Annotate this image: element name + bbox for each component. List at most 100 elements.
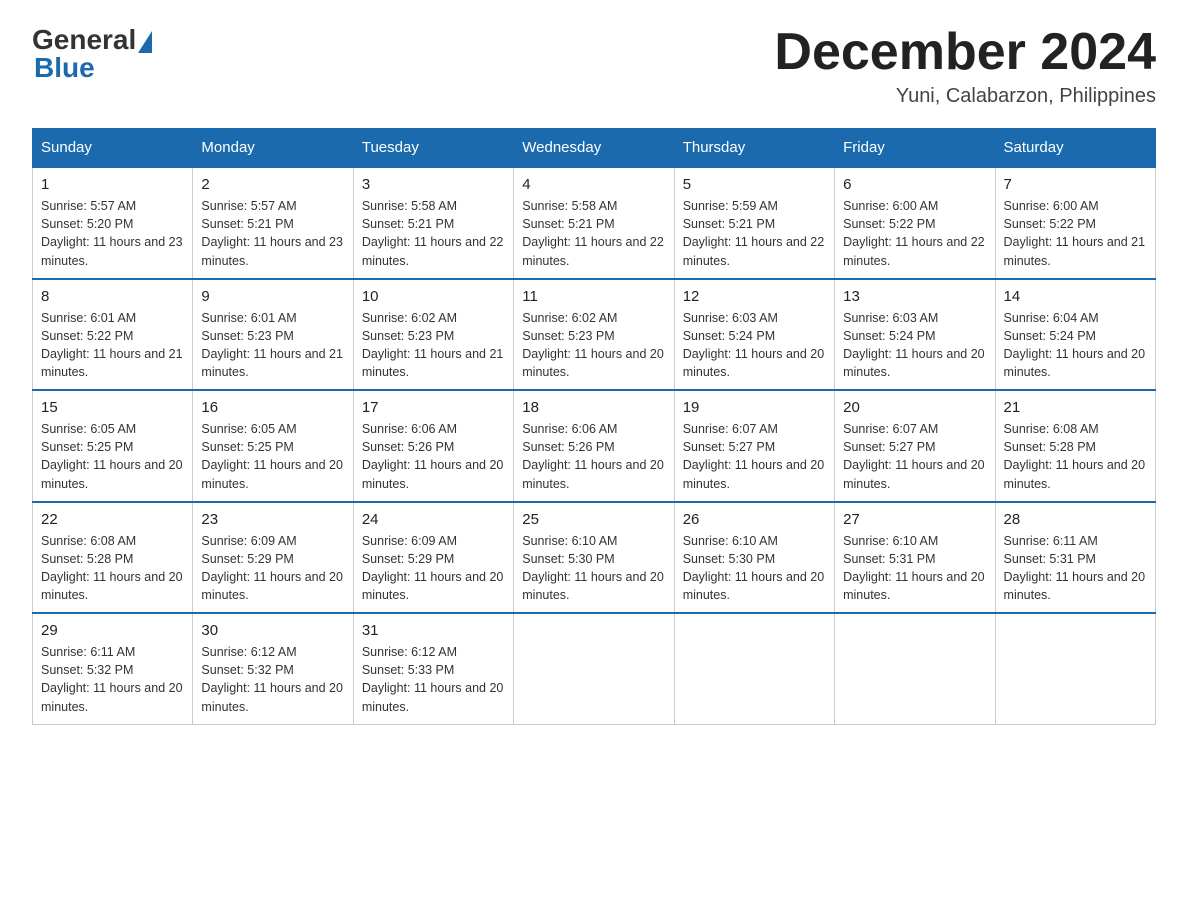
calendar-week-row: 22Sunrise: 6:08 AMSunset: 5:28 PMDayligh… (33, 502, 1156, 614)
table-row (674, 613, 834, 724)
day-number: 4 (522, 176, 665, 193)
table-row: 19 Sunrise: 6:07 AMSunset: 5:27 PMDayligh… (674, 390, 834, 502)
day-info: Sunrise: 5:57 AMSunset: 5:20 PMDaylight:… (41, 197, 184, 270)
day-number: 8 (41, 288, 184, 305)
logo: General Blue (32, 24, 152, 84)
day-info: Sunrise: 6:03 AMSunset: 5:24 PMDaylight:… (843, 309, 986, 382)
day-number: 10 (362, 288, 505, 305)
table-row: 18 Sunrise: 6:06 AMSunset: 5:26 PMDayligh… (514, 390, 674, 502)
day-info: Sunrise: 6:11 AMSunset: 5:32 PMDaylight:… (41, 643, 184, 716)
day-number: 13 (843, 288, 986, 305)
table-row: 16 Sunrise: 6:05 AMSunset: 5:25 PMDayligh… (193, 390, 353, 502)
table-row: 20Sunrise: 6:07 AMSunset: 5:27 PMDayligh… (835, 390, 995, 502)
table-row: 25 Sunrise: 6:10 AMSunset: 5:30 PMDayligh… (514, 502, 674, 614)
day-number: 9 (201, 288, 344, 305)
table-row: 11 Sunrise: 6:02 AMSunset: 5:23 PMDayligh… (514, 279, 674, 391)
day-number: 17 (362, 399, 505, 416)
day-info: Sunrise: 6:01 AMSunset: 5:22 PMDaylight:… (41, 309, 184, 382)
day-info: Sunrise: 6:07 AMSunset: 5:27 PMDaylight:… (843, 420, 986, 493)
day-number: 11 (522, 288, 665, 305)
table-row: 26 Sunrise: 6:10 AMSunset: 5:30 PMDayligh… (674, 502, 834, 614)
logo-triangle-icon (138, 31, 152, 53)
col-tuesday: Tuesday (353, 129, 513, 168)
day-info: Sunrise: 6:03 AMSunset: 5:24 PMDaylight:… (683, 309, 826, 382)
day-number: 18 (522, 399, 665, 416)
day-info: Sunrise: 6:08 AMSunset: 5:28 PMDaylight:… (1004, 420, 1147, 493)
day-number: 14 (1004, 288, 1147, 305)
day-info: Sunrise: 6:06 AMSunset: 5:26 PMDaylight:… (362, 420, 505, 493)
day-info: Sunrise: 6:02 AMSunset: 5:23 PMDaylight:… (522, 309, 665, 382)
table-row (995, 613, 1155, 724)
day-info: Sunrise: 6:05 AMSunset: 5:25 PMDaylight:… (41, 420, 184, 493)
logo-blue-text: Blue (32, 52, 95, 84)
table-row: 4 Sunrise: 5:58 AMSunset: 5:21 PMDaylight… (514, 167, 674, 279)
day-info: Sunrise: 6:12 AMSunset: 5:32 PMDaylight:… (201, 643, 344, 716)
table-row: 10 Sunrise: 6:02 AMSunset: 5:23 PMDayligh… (353, 279, 513, 391)
day-info: Sunrise: 5:59 AMSunset: 5:21 PMDaylight:… (683, 197, 826, 270)
day-info: Sunrise: 5:58 AMSunset: 5:21 PMDaylight:… (522, 197, 665, 270)
day-info: Sunrise: 6:00 AMSunset: 5:22 PMDaylight:… (843, 197, 986, 270)
day-info: Sunrise: 6:00 AMSunset: 5:22 PMDaylight:… (1004, 197, 1147, 270)
day-info: Sunrise: 6:10 AMSunset: 5:31 PMDaylight:… (843, 532, 986, 605)
day-number: 2 (201, 176, 344, 193)
table-row (835, 613, 995, 724)
table-row: 22Sunrise: 6:08 AMSunset: 5:28 PMDayligh… (33, 502, 193, 614)
col-sunday: Sunday (33, 129, 193, 168)
day-info: Sunrise: 6:09 AMSunset: 5:29 PMDaylight:… (362, 532, 505, 605)
table-row: 23 Sunrise: 6:09 AMSunset: 5:29 PMDayligh… (193, 502, 353, 614)
day-number: 3 (362, 176, 505, 193)
day-info: Sunrise: 5:57 AMSunset: 5:21 PMDaylight:… (201, 197, 344, 270)
calendar-week-row: 8 Sunrise: 6:01 AMSunset: 5:22 PMDaylight… (33, 279, 1156, 391)
day-number: 6 (843, 176, 986, 193)
table-row: 14 Sunrise: 6:04 AMSunset: 5:24 PMDayligh… (995, 279, 1155, 391)
day-info: Sunrise: 6:10 AMSunset: 5:30 PMDaylight:… (683, 532, 826, 605)
day-info: Sunrise: 6:12 AMSunset: 5:33 PMDaylight:… (362, 643, 505, 716)
table-row: 29Sunrise: 6:11 AMSunset: 5:32 PMDayligh… (33, 613, 193, 724)
day-info: Sunrise: 6:02 AMSunset: 5:23 PMDaylight:… (362, 309, 505, 382)
table-row: 2 Sunrise: 5:57 AMSunset: 5:21 PMDaylight… (193, 167, 353, 279)
table-row: 30Sunrise: 6:12 AMSunset: 5:32 PMDayligh… (193, 613, 353, 724)
day-info: Sunrise: 5:58 AMSunset: 5:21 PMDaylight:… (362, 197, 505, 270)
table-row: 8 Sunrise: 6:01 AMSunset: 5:22 PMDaylight… (33, 279, 193, 391)
day-info: Sunrise: 6:04 AMSunset: 5:24 PMDaylight:… (1004, 309, 1147, 382)
day-number: 26 (683, 511, 826, 528)
day-number: 19 (683, 399, 826, 416)
table-row: 21 Sunrise: 6:08 AMSunset: 5:28 PMDayligh… (995, 390, 1155, 502)
table-row: 24Sunrise: 6:09 AMSunset: 5:29 PMDayligh… (353, 502, 513, 614)
day-number: 15 (41, 399, 184, 416)
table-row: 7Sunrise: 6:00 AMSunset: 5:22 PMDaylight… (995, 167, 1155, 279)
title-section: December 2024 Yuni, Calabarzon, Philippi… (774, 24, 1156, 108)
day-info: Sunrise: 6:06 AMSunset: 5:26 PMDaylight:… (522, 420, 665, 493)
day-number: 16 (201, 399, 344, 416)
table-row: 9 Sunrise: 6:01 AMSunset: 5:23 PMDaylight… (193, 279, 353, 391)
day-number: 31 (362, 622, 505, 639)
table-row: 6 Sunrise: 6:00 AMSunset: 5:22 PMDaylight… (835, 167, 995, 279)
calendar-week-row: 15 Sunrise: 6:05 AMSunset: 5:25 PMDayligh… (33, 390, 1156, 502)
calendar-subtitle: Yuni, Calabarzon, Philippines (774, 85, 1156, 108)
day-number: 27 (843, 511, 986, 528)
calendar-week-row: 29Sunrise: 6:11 AMSunset: 5:32 PMDayligh… (33, 613, 1156, 724)
calendar-week-row: 1 Sunrise: 5:57 AMSunset: 5:20 PMDaylight… (33, 167, 1156, 279)
day-info: Sunrise: 6:09 AMSunset: 5:29 PMDaylight:… (201, 532, 344, 605)
day-info: Sunrise: 6:01 AMSunset: 5:23 PMDaylight:… (201, 309, 344, 382)
calendar-title: December 2024 (774, 24, 1156, 81)
table-row: 13 Sunrise: 6:03 AMSunset: 5:24 PMDayligh… (835, 279, 995, 391)
day-info: Sunrise: 6:08 AMSunset: 5:28 PMDaylight:… (41, 532, 184, 605)
day-number: 12 (683, 288, 826, 305)
table-row: 12 Sunrise: 6:03 AMSunset: 5:24 PMDayligh… (674, 279, 834, 391)
day-number: 25 (522, 511, 665, 528)
table-row: 27 Sunrise: 6:10 AMSunset: 5:31 PMDayligh… (835, 502, 995, 614)
day-info: Sunrise: 6:05 AMSunset: 5:25 PMDaylight:… (201, 420, 344, 493)
table-row: 15 Sunrise: 6:05 AMSunset: 5:25 PMDayligh… (33, 390, 193, 502)
col-wednesday: Wednesday (514, 129, 674, 168)
day-number: 23 (201, 511, 344, 528)
day-info: Sunrise: 6:07 AMSunset: 5:27 PMDaylight:… (683, 420, 826, 493)
table-row (514, 613, 674, 724)
table-row: 1 Sunrise: 5:57 AMSunset: 5:20 PMDaylight… (33, 167, 193, 279)
calendar-header-row: Sunday Monday Tuesday Wednesday Thursday… (33, 129, 1156, 168)
day-info: Sunrise: 6:10 AMSunset: 5:30 PMDaylight:… (522, 532, 665, 605)
col-saturday: Saturday (995, 129, 1155, 168)
day-number: 1 (41, 176, 184, 193)
day-number: 21 (1004, 399, 1147, 416)
table-row: 28Sunrise: 6:11 AMSunset: 5:31 PMDayligh… (995, 502, 1155, 614)
